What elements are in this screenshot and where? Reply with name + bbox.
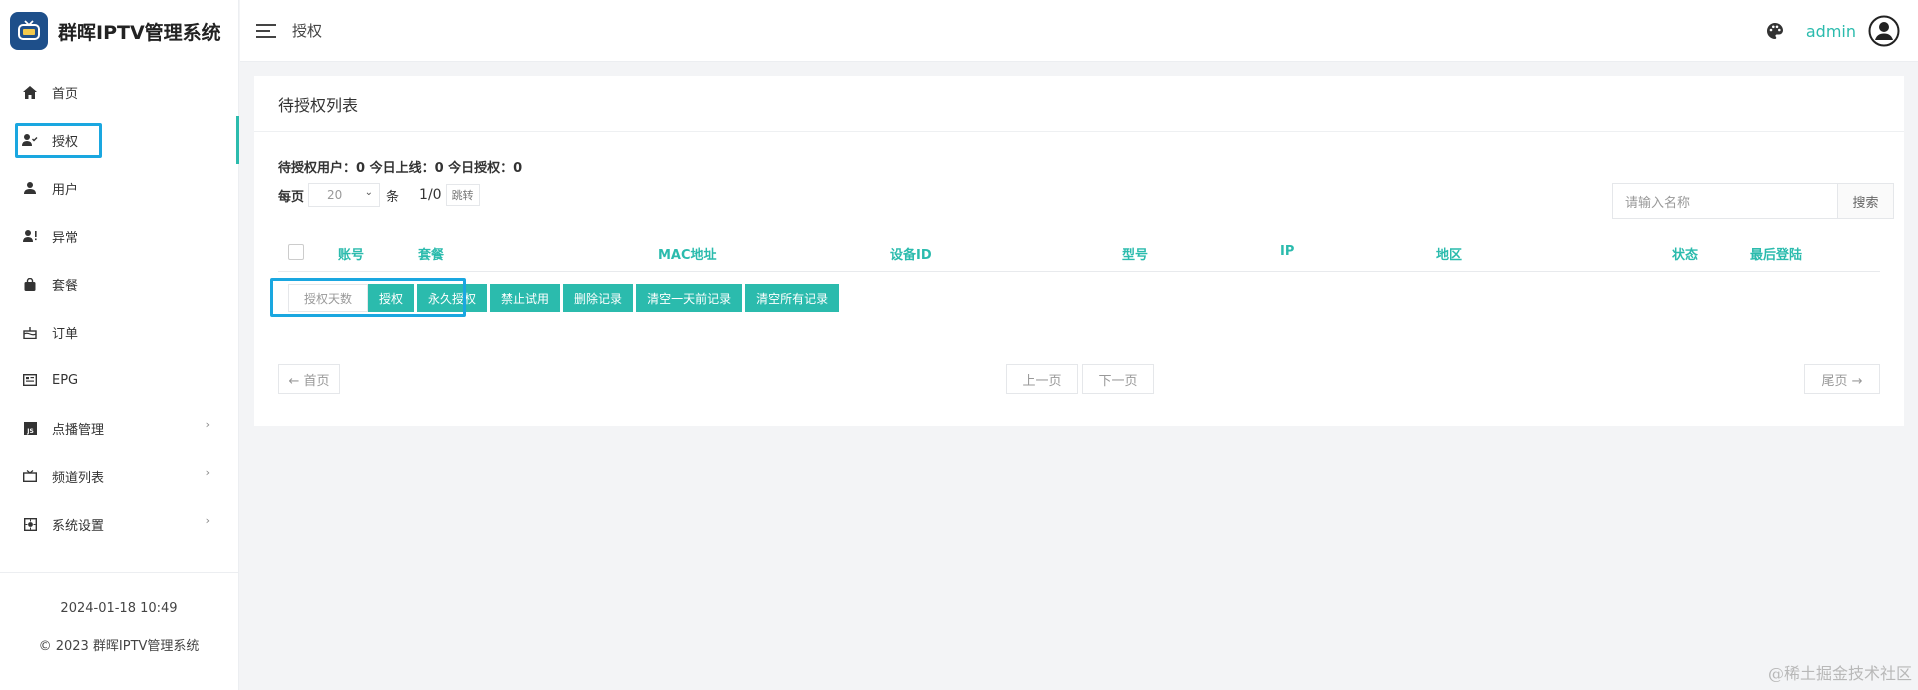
highlight-box-sidebar [15,123,102,158]
first-page-button[interactable]: ← 首页 [278,364,340,394]
delete-records-button[interactable]: 删除记录 [563,284,634,312]
menu-toggle-icon[interactable] [256,23,276,38]
column-region[interactable]: 地区 [1436,244,1462,263]
search-button[interactable]: 搜索 [1838,183,1894,219]
home-icon [22,84,38,100]
clear-day-before-button[interactable]: 清空一天前记录 [636,284,743,312]
user-icon [22,180,38,196]
sidebar-item-package[interactable]: 套餐 [0,260,238,308]
column-last-login[interactable]: 最后登陆 [1750,244,1802,263]
sidebar-item-label: 首页 [52,86,79,102]
page-size-control: 每页 20 ⌄ 条 1/0 跳转 [278,183,480,207]
column-model[interactable]: 型号 [1122,244,1148,263]
sidebar-item-users[interactable]: 用户 [0,164,238,212]
chevron-right-icon: › [205,418,210,431]
stats-summary: 待授权用户：0 今日上线：0 今日授权：0 [278,161,523,176]
per-page-label: 每页 [278,189,305,205]
brand: 群晖IPTV管理系统 [0,0,238,62]
jump-button[interactable]: 跳转 [445,184,480,206]
footer-datetime: 2024-01-18 10:49 [60,601,178,616]
sidebar: 群晖IPTV管理系统 首页 授权 用户 异常 套餐 订单 EPG JS 点播管理… [0,0,239,690]
next-page-button[interactable]: 下一页 [1082,364,1154,394]
per-page-unit: 条 [386,189,400,205]
last-page-button[interactable]: 尾页 → [1804,364,1880,394]
column-ip[interactable]: IP [1280,244,1294,259]
topbar: 授权 admin [240,0,1918,62]
sidebar-item-channels[interactable]: 频道列表 › [0,452,238,500]
ban-trial-button[interactable]: 禁止试用 [490,284,561,312]
sidebar-item-epg[interactable]: EPG [0,356,238,404]
select-all-checkbox[interactable] [288,244,304,260]
sidebar-item-label: 频道列表 [52,470,105,486]
pending-auth-card: 待授权列表 待授权用户：0 今日上线：0 今日授权：0 每页 20 ⌄ 条 1/… [254,76,1904,426]
username[interactable]: admin [1806,22,1856,41]
column-account[interactable]: 账号 [338,244,364,263]
sidebar-item-label: 系统设置 [52,518,105,534]
user-alert-icon [22,228,38,244]
tv-logo-icon [10,12,48,50]
topbar-right: admin [1766,0,1900,62]
search-input[interactable]: 请输入名称 [1612,183,1838,219]
chevron-right-icon: › [205,466,210,479]
clear-all-button[interactable]: 清空所有记录 [745,284,840,312]
avatar-icon[interactable] [1868,15,1900,47]
column-package[interactable]: 套餐 [418,244,444,263]
sidebar-item-label: 点播管理 [52,422,105,438]
table-header: 账号 套餐 MAC地址 设备ID 型号 IP 地区 状态 最后登陆 [278,234,1880,272]
sidebar-footer: 2024-01-18 10:49 © 2023 群晖IPTV管理系统 [0,572,238,669]
tv-icon [22,468,38,484]
sidebar-item-label: 订单 [52,326,79,342]
page-size-value: 20 [327,188,343,202]
sidebar-item-label: 套餐 [52,278,79,294]
sidebar-item-label: EPG [52,372,79,388]
page-size-select[interactable]: 20 ⌄ [308,183,381,207]
column-status[interactable]: 状态 [1672,244,1698,263]
footer-copyright: © 2023 群晖IPTV管理系统 [38,639,200,654]
js-icon: JS [22,420,38,436]
page-info: 1/0 [419,187,442,203]
sidebar-item-vod[interactable]: JS 点播管理 › [0,404,238,452]
search-bar: 请输入名称 搜索 [1612,183,1894,219]
prev-page-button[interactable]: 上一页 [1006,364,1078,394]
guide-icon [22,372,38,388]
sidebar-item-orders[interactable]: 订单 [0,308,238,356]
svg-text:JS: JS [26,428,34,435]
palette-icon[interactable] [1766,22,1784,40]
sidebar-item-settings[interactable]: 系统设置 › [0,500,238,548]
card-title: 待授权列表 [254,76,1904,132]
chevron-right-icon: › [205,514,210,527]
sidebar-item-label: 用户 [52,182,79,198]
watermark: @稀土掘金技术社区 [1767,664,1912,683]
bag-icon [22,276,38,292]
chevron-down-icon: ⌄ [364,187,374,198]
breadcrumb: 授权 [292,22,323,40]
settings-icon [22,516,38,532]
app-title: 群晖IPTV管理系统 [58,21,221,44]
sidebar-item-home[interactable]: 首页 [0,68,238,116]
sidebar-item-label: 异常 [52,230,79,246]
sidebar-item-abnormal[interactable]: 异常 [0,212,238,260]
column-mac[interactable]: MAC地址 [658,244,717,263]
column-device-id[interactable]: 设备ID [890,244,932,263]
highlight-box-actions [270,278,466,317]
cake-icon [22,324,38,340]
